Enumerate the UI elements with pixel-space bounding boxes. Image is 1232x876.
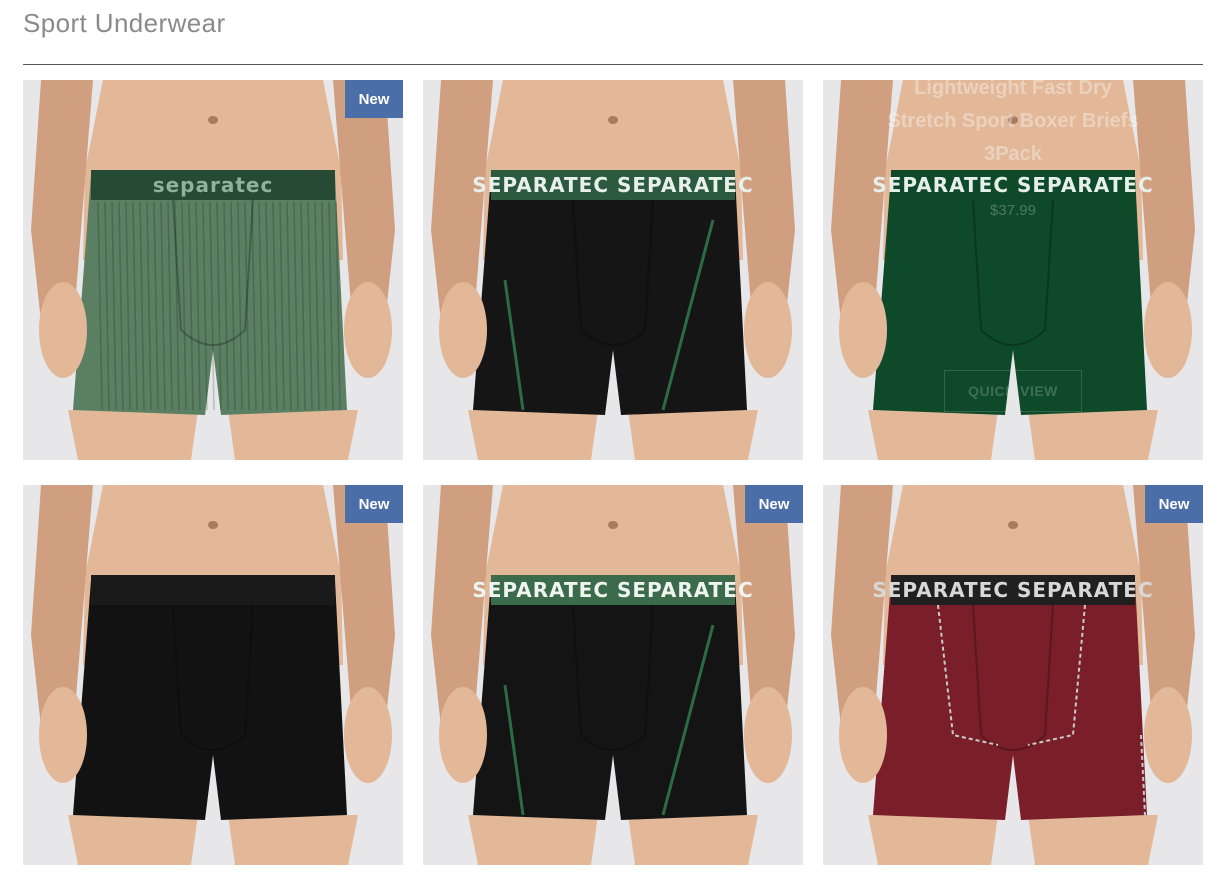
product-card[interactable]: SEPARATEC SEPARATEC [423,80,803,460]
product-card[interactable]: SEPARATEC SEPARATEC Lightweight Fast Dry… [823,80,1203,460]
product-card[interactable]: New [23,485,403,865]
left-hand [439,687,487,783]
product-card[interactable]: SEPARATEC SEPARATEC New [423,485,803,865]
title-divider [23,64,1203,65]
left-leg [68,815,198,865]
pouch [171,599,255,751]
product-grid: separatec New SEPARATEC SEPARATEC SEPARA… [23,80,1203,865]
right-hand [344,687,392,783]
product-card[interactable]: SEPARATEC SEPARATEC New [823,485,1203,865]
navel [1008,116,1018,124]
navel [1008,521,1018,529]
right-hand [744,687,792,783]
left-hand [839,687,887,783]
right-hand [344,282,392,378]
left-hand [439,282,487,378]
right-hand [744,282,792,378]
right-hand [1144,282,1192,378]
new-badge: New [745,485,803,523]
right-leg [1028,410,1158,460]
left-leg [468,815,598,865]
product-image[interactable]: SEPARATEC SEPARATEC [423,80,803,460]
product-image[interactable]: SEPARATEC SEPARATEC [823,485,1203,865]
left-hand [39,282,87,378]
waistband-logo: SEPARATEC SEPARATEC [472,173,753,197]
right-leg [628,815,758,865]
left-leg [468,410,598,460]
left-leg [868,815,998,865]
pouch [571,194,655,346]
navel [208,116,218,124]
product-image[interactable]: SEPARATEC SEPARATEC [423,485,803,865]
navel [608,521,618,529]
waistband-logo: SEPARATEC SEPARATEC [872,173,1153,197]
right-leg [1028,815,1158,865]
waistband-logo: SEPARATEC SEPARATEC [872,578,1153,602]
left-leg [68,410,198,460]
left-leg [868,410,998,460]
waistband-logo: SEPARATEC SEPARATEC [472,578,753,602]
new-badge: New [1145,485,1203,523]
navel [208,521,218,529]
product-image[interactable]: separatec [23,80,403,460]
new-badge: New [345,485,403,523]
product-image[interactable] [23,485,403,865]
waistband [91,575,335,605]
new-badge: New [345,80,403,118]
left-hand [839,282,887,378]
product-card[interactable]: separatec New [23,80,403,460]
waistband-logo: separatec [153,173,274,197]
pouch [971,599,1055,751]
right-leg [628,410,758,460]
right-hand [1144,687,1192,783]
product-image[interactable]: SEPARATEC SEPARATEC [823,80,1203,460]
right-leg [228,410,358,460]
pouch [971,194,1055,346]
left-hand [39,687,87,783]
right-leg [228,815,358,865]
page-title: Sport Underwear [23,8,226,38]
navel [608,116,618,124]
pouch [571,599,655,751]
